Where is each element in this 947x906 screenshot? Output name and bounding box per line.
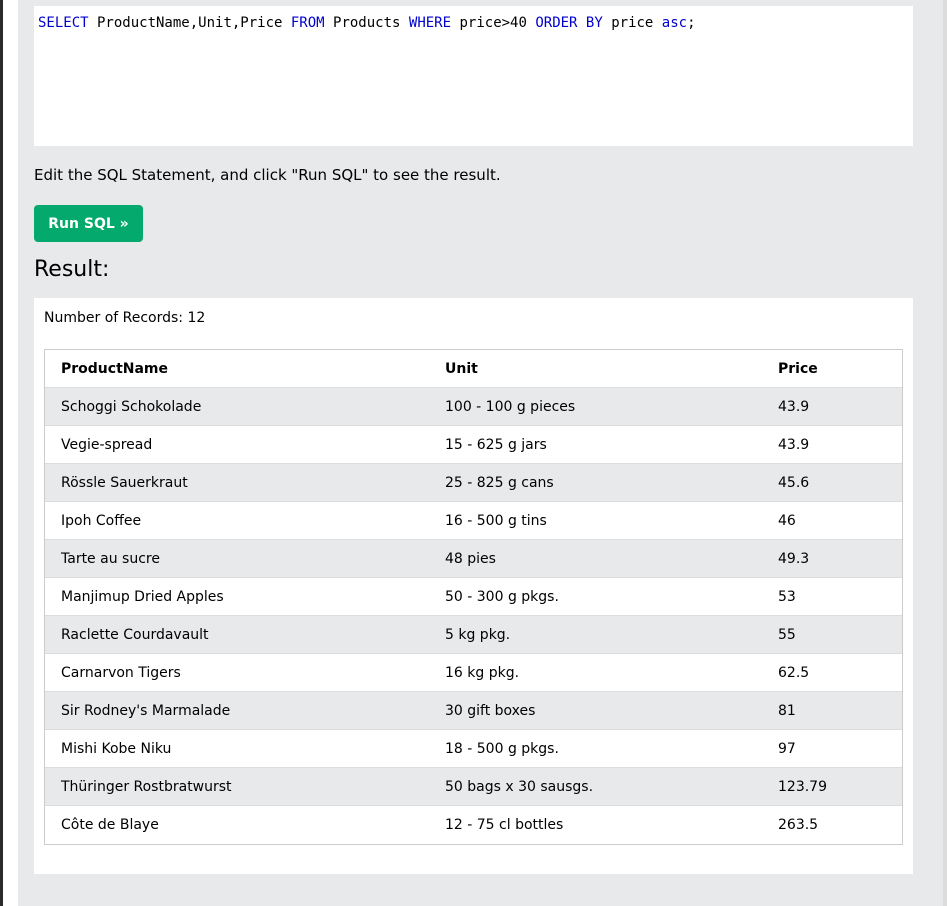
sql-editor[interactable]: SELECT ProductName,Unit,Price FROM Produ… — [34, 6, 913, 146]
cell-price: 263.5 — [778, 817, 819, 833]
cell-unit: 16 - 500 g tins — [445, 512, 547, 529]
sql-text: price — [602, 15, 662, 31]
cell-price: 55 — [778, 626, 796, 643]
cell-price: 97 — [778, 740, 796, 757]
cell-productname: Carnarvon Tigers — [61, 664, 181, 681]
sql-text: ProductName,Unit,Price — [88, 15, 291, 31]
sql-text: ; — [687, 15, 696, 31]
cell-unit: 48 pies — [445, 550, 496, 567]
cell-productname: Rössle Sauerkraut — [61, 474, 188, 491]
table-row: Vegie-spread 15 - 625 g jars 43.9 — [45, 426, 902, 464]
cell-price: 62.5 — [778, 664, 810, 681]
instructions-text: Edit the SQL Statement, and click "Run S… — [34, 166, 501, 184]
table-row: Mishi Kobe Niku 18 - 500 g pkgs. 97 — [45, 730, 902, 768]
cell-productname: Manjimup Dried Apples — [61, 588, 224, 605]
sql-text: price>40 — [451, 15, 536, 31]
cell-price: 45.6 — [778, 474, 810, 491]
column-header-price: Price — [778, 360, 818, 377]
table-row: Côte de Blaye 12 - 75 cl bottles 263.5 — [45, 806, 902, 844]
cell-price: 43.9 — [778, 436, 810, 453]
result-table: ProductName Unit Price Schoggi Schokolad… — [44, 349, 903, 845]
result-container: Number of Records: 12 ProductName Unit P… — [34, 298, 913, 874]
table-row: Ipoh Coffee 16 - 500 g tins 46 — [45, 502, 902, 540]
sql-keyword: FROM — [290, 15, 325, 31]
window-left-edge — [0, 0, 3, 906]
table-row: Rössle Sauerkraut 25 - 825 g cans 45.6 — [45, 464, 902, 502]
cell-unit: 50 bags x 30 sausgs. — [445, 778, 594, 795]
cell-productname: Sir Rodney's Marmalade — [61, 702, 231, 719]
sql-text: Products — [324, 15, 409, 31]
record-count: Number of Records: 12 — [44, 310, 206, 326]
cell-productname: Vegie-spread — [61, 436, 153, 453]
table-row: Manjimup Dried Apples 50 - 300 g pkgs. 53 — [45, 578, 902, 616]
result-heading: Result: — [34, 257, 110, 282]
scrollbar-track[interactable] — [943, 0, 947, 906]
cell-productname: Raclette Courdavault — [61, 626, 209, 643]
table-row: Carnarvon Tigers 16 kg pkg. 62.5 — [45, 654, 902, 692]
table-row: Tarte au sucre 48 pies 49.3 — [45, 540, 902, 578]
cell-productname: Schoggi Schokolade — [61, 398, 202, 415]
table-header-row: ProductName Unit Price — [45, 350, 902, 388]
cell-productname: Thüringer Rostbratwurst — [61, 778, 232, 795]
cell-unit: 5 kg pkg. — [445, 626, 511, 643]
sql-tryit-panel: SELECT ProductName,Unit,Price FROM Produ… — [18, 0, 943, 906]
cell-price: 43.9 — [778, 398, 810, 415]
cell-price: 49.3 — [778, 550, 810, 567]
column-header-unit: Unit — [445, 360, 478, 377]
run-sql-button[interactable]: Run SQL » — [34, 205, 143, 242]
cell-unit: 50 - 300 g pkgs. — [445, 588, 559, 605]
cell-productname: Ipoh Coffee — [61, 512, 142, 529]
cell-price: 46 — [778, 512, 796, 529]
cell-unit: 16 kg pkg. — [445, 664, 520, 681]
sql-keyword: asc — [661, 15, 688, 31]
cell-unit: 100 - 100 g pieces — [445, 398, 576, 415]
table-row: Schoggi Schokolade 100 - 100 g pieces 43.9 — [45, 388, 902, 426]
sql-keyword: ORDER BY — [535, 15, 603, 31]
cell-unit: 15 - 625 g jars — [445, 436, 547, 453]
cell-price: 53 — [778, 588, 796, 605]
column-header-productname: ProductName — [61, 360, 169, 377]
sql-keyword: WHERE — [408, 15, 452, 31]
cell-unit: 25 - 825 g cans — [445, 474, 554, 491]
cell-unit: 30 gift boxes — [445, 702, 536, 719]
cell-productname: Mishi Kobe Niku — [61, 740, 172, 757]
cell-unit: 18 - 500 g pkgs. — [445, 740, 559, 757]
table-row: Sir Rodney's Marmalade 30 gift boxes 81 — [45, 692, 902, 730]
cell-price: 123.79 — [778, 778, 827, 795]
cell-productname: Tarte au sucre — [61, 550, 160, 567]
table-row: Raclette Courdavault 5 kg pkg. 55 — [45, 616, 902, 654]
sql-keyword: SELECT — [38, 15, 89, 31]
cell-price: 81 — [778, 702, 796, 719]
cell-productname: Côte de Blaye — [61, 817, 159, 833]
table-row: Thüringer Rostbratwurst 50 bags x 30 saus… — [45, 768, 902, 806]
cell-unit: 12 - 75 cl bottles — [445, 817, 564, 833]
